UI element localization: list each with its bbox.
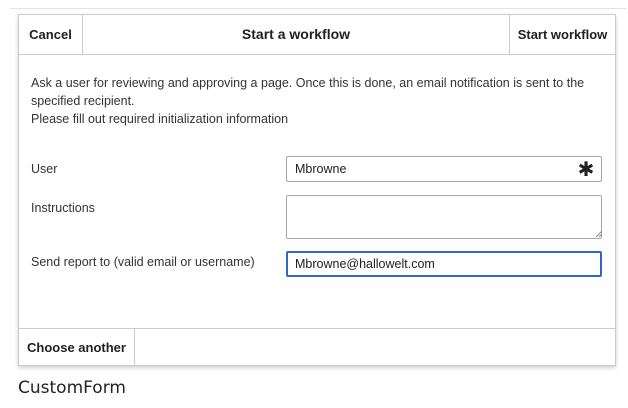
- dialog-title: Start a workflow: [241, 26, 351, 42]
- description-text: Ask a user for reviewing and approving a…: [31, 76, 585, 108]
- start-workflow-button[interactable]: Start workflow: [509, 15, 615, 54]
- top-divider: [10, 8, 626, 9]
- dialog-body: Ask a user for reviewing and approving a…: [31, 55, 603, 277]
- workflow-dialog: Cancel Start a workflow Start workflow A…: [18, 14, 616, 366]
- dialog-description: Ask a user for reviewing and approving a…: [31, 74, 603, 128]
- dialog-titlebar: Cancel Start a workflow Start workflow: [19, 15, 615, 55]
- cancel-button[interactable]: Cancel: [19, 15, 83, 54]
- user-input[interactable]: [286, 156, 602, 182]
- required-asterisk-icon: ✱: [577, 159, 595, 181]
- figure-caption: CustomForm: [18, 378, 126, 398]
- resize-grip-icon[interactable]: [595, 230, 602, 237]
- instructions-label: Instructions: [31, 201, 95, 215]
- choose-another-button[interactable]: Choose another: [19, 329, 135, 365]
- dialog-footer: Choose another: [19, 328, 615, 365]
- instructions-textarea[interactable]: [286, 195, 602, 239]
- screenshot-canvas: Cancel Start a workflow Start workflow A…: [0, 0, 628, 408]
- report-recipient-input[interactable]: [286, 251, 602, 277]
- report-label: Send report to (valid email or username): [31, 255, 255, 269]
- user-label: User: [31, 162, 58, 176]
- description-instruction: Please fill out required initialization …: [31, 112, 289, 126]
